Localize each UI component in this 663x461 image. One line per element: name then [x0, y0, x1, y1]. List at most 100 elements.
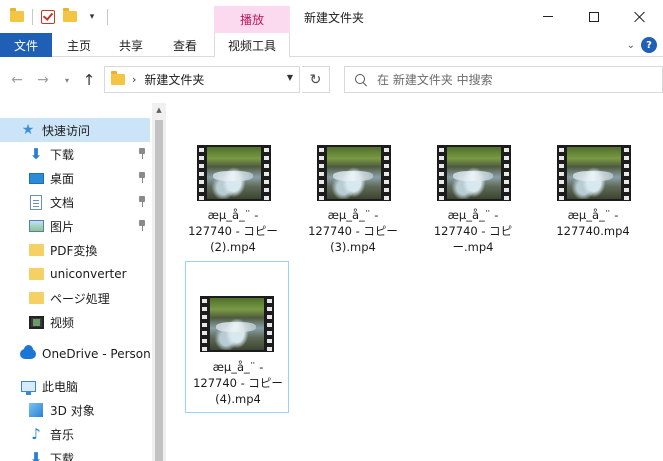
tab-file[interactable]: 文件	[0, 33, 52, 57]
folder-icon[interactable]	[6, 6, 28, 28]
sidebar-item-uniconverter[interactable]: uniconverter	[0, 262, 150, 286]
folder-icon	[28, 242, 44, 258]
file-view: æµ_å_¨ - 127740 - コピー (2).mp4 æµ_å_¨ - 1…	[166, 103, 663, 461]
sidebar-item-onedrive[interactable]: OneDrive - Person	[0, 342, 151, 366]
minimize-button[interactable]	[525, 0, 571, 33]
window-controls	[525, 0, 663, 33]
video-thumbnail	[557, 145, 631, 201]
sidebar-item-label: 此电脑	[42, 379, 79, 394]
address-bar[interactable]: › 新建文件夹 ▼	[104, 66, 300, 93]
customize-toolbar-icon[interactable]: ▾	[81, 6, 103, 28]
tab-share[interactable]: 共享	[108, 33, 154, 57]
file-name-line: æµ_å_¨ -	[207, 208, 259, 222]
recent-locations-icon[interactable]: ▾	[56, 69, 78, 91]
divider	[107, 8, 108, 25]
pin-icon[interactable]	[138, 172, 146, 184]
ribbon-right-controls: ⌄ ?	[627, 33, 663, 57]
sidebar-item-label: 下载	[50, 147, 75, 162]
sidebar-item-pc-downloads[interactable]: ⬇ 下载	[0, 446, 150, 461]
new-folder-icon[interactable]	[59, 6, 81, 28]
folder-icon	[111, 71, 125, 85]
close-button[interactable]	[617, 0, 663, 33]
file-name-line: æµ_å_¨ -	[327, 208, 379, 222]
sidebar-item-label: OneDrive - Person	[42, 347, 151, 361]
refresh-button[interactable]: ↻	[302, 66, 330, 93]
forward-arrow-icon[interactable]: →	[32, 69, 54, 91]
address-dropdown-icon[interactable]: ▼	[287, 73, 293, 82]
search-input[interactable]: 在 新建文件夹 中搜索	[344, 66, 663, 93]
sidebar-item-music[interactable]: ♪ 音乐	[0, 422, 150, 446]
properties-icon[interactable]	[37, 6, 59, 28]
file-item[interactable]: æµ_å_¨ - 127740 - コピー (2).mp4	[181, 103, 285, 255]
pin-icon[interactable]	[138, 148, 146, 160]
tab-home[interactable]: 主页	[56, 33, 102, 57]
sidebar-item-label: 音乐	[50, 427, 75, 442]
sidebar-item-label: 视频	[50, 315, 75, 330]
download-icon: ⬇	[29, 145, 43, 163]
file-item-selected[interactable]: æµ_å_¨ - 127740 - コピー (4).mp4	[185, 261, 289, 413]
folder-icon	[28, 266, 44, 282]
sidebar-item-videos[interactable]: 视频	[0, 310, 150, 334]
sidebar-item-page-processing[interactable]: ページ処理	[0, 286, 150, 310]
sidebar-item-label: 桌面	[50, 171, 75, 186]
video-thumbnail	[200, 296, 274, 352]
video-thumbnail	[437, 145, 511, 201]
video-thumbnail	[317, 145, 391, 201]
sidebar-item-desktop[interactable]: 桌面	[0, 166, 150, 190]
sidebar-item-label: PDF変換	[50, 243, 98, 258]
sidebar-item-label: 图片	[50, 219, 75, 234]
file-name-line: 127740 - コピー	[188, 224, 278, 238]
folder-icon	[28, 290, 44, 306]
sidebar-item-label: 3D 对象	[50, 403, 95, 418]
file-name-line: ー.mp4	[452, 240, 494, 254]
file-name-line: (2).mp4	[210, 240, 256, 254]
video-thumbnail	[197, 145, 271, 201]
window-title: 新建文件夹	[304, 11, 365, 25]
sidebar-item-this-pc[interactable]: 此电脑	[0, 374, 150, 398]
breadcrumb-current[interactable]: 新建文件夹	[144, 71, 204, 88]
pin-icon[interactable]	[138, 220, 146, 232]
help-icon[interactable]: ?	[641, 37, 657, 53]
maximize-icon	[589, 11, 599, 22]
search-placeholder: 在 新建文件夹 中搜索	[377, 73, 493, 87]
sidebar-item-quick-access[interactable]: ★ 快速访问	[0, 118, 150, 142]
navigation-bar: ← → ▾ ↑ › 新建文件夹 ▼ ↻ 在 新建文件夹 中搜索	[0, 57, 663, 103]
download-icon: ⬇	[29, 449, 43, 461]
maximize-button[interactable]	[571, 0, 617, 33]
file-item[interactable]: æµ_å_¨ - 127740.mp4	[541, 103, 645, 255]
expand-ribbon-icon[interactable]: ⌄	[627, 40, 635, 51]
sidebar-scrollbar-thumb[interactable]	[155, 120, 163, 461]
sidebar-item-documents[interactable]: 文档	[0, 190, 150, 214]
navigation-pane: ★ 快速访问 ⬇ 下载 桌面 文档 图片 PDF変換 uniconverter …	[0, 112, 152, 461]
pin-icon[interactable]	[138, 196, 146, 208]
ribbon-tabs: 文件 主页 共享 查看 视频工具 ⌄ ?	[0, 33, 663, 57]
computer-icon	[20, 378, 36, 395]
video-icon	[28, 314, 44, 330]
document-icon	[28, 194, 44, 210]
tab-video-tools[interactable]: 视频工具	[214, 33, 290, 57]
sidebar-item-downloads[interactable]: ⬇ 下载	[0, 142, 150, 166]
file-name-line: æµ_å_¨ -	[567, 208, 619, 222]
file-item[interactable]: æµ_å_¨ - 127740 - コピ ー.mp4	[421, 103, 525, 255]
quick-access-toolbar: ▾	[0, 0, 112, 33]
scroll-up-icon[interactable]: ▲	[152, 103, 166, 117]
title-bar: ▾ 播放 新建文件夹	[0, 0, 663, 33]
file-name-line: æµ_å_¨ -	[447, 208, 499, 222]
back-arrow-icon[interactable]: ←	[6, 69, 28, 91]
3d-objects-icon	[28, 402, 44, 418]
breadcrumb-separator-icon[interactable]: ›	[132, 73, 136, 86]
tab-view[interactable]: 查看	[160, 33, 210, 57]
sidebar-item-3d-objects[interactable]: 3D 对象	[0, 398, 150, 422]
file-name-line: 127740 - コピー	[308, 224, 398, 238]
file-name-line: 127740.mp4	[556, 224, 630, 238]
pictures-icon	[28, 218, 44, 234]
sidebar-item-pictures[interactable]: 图片	[0, 214, 150, 238]
search-icon	[355, 73, 367, 86]
file-item[interactable]: æµ_å_¨ - 127740 - コピー (3).mp4	[301, 103, 405, 255]
close-icon	[634, 11, 646, 23]
file-name-line: (4).mp4	[215, 392, 261, 406]
sidebar-item-label: 快速访问	[42, 123, 91, 138]
up-arrow-icon[interactable]: ↑	[78, 69, 100, 91]
sidebar-item-pdf[interactable]: PDF変換	[0, 238, 150, 262]
minimize-icon	[543, 16, 553, 17]
